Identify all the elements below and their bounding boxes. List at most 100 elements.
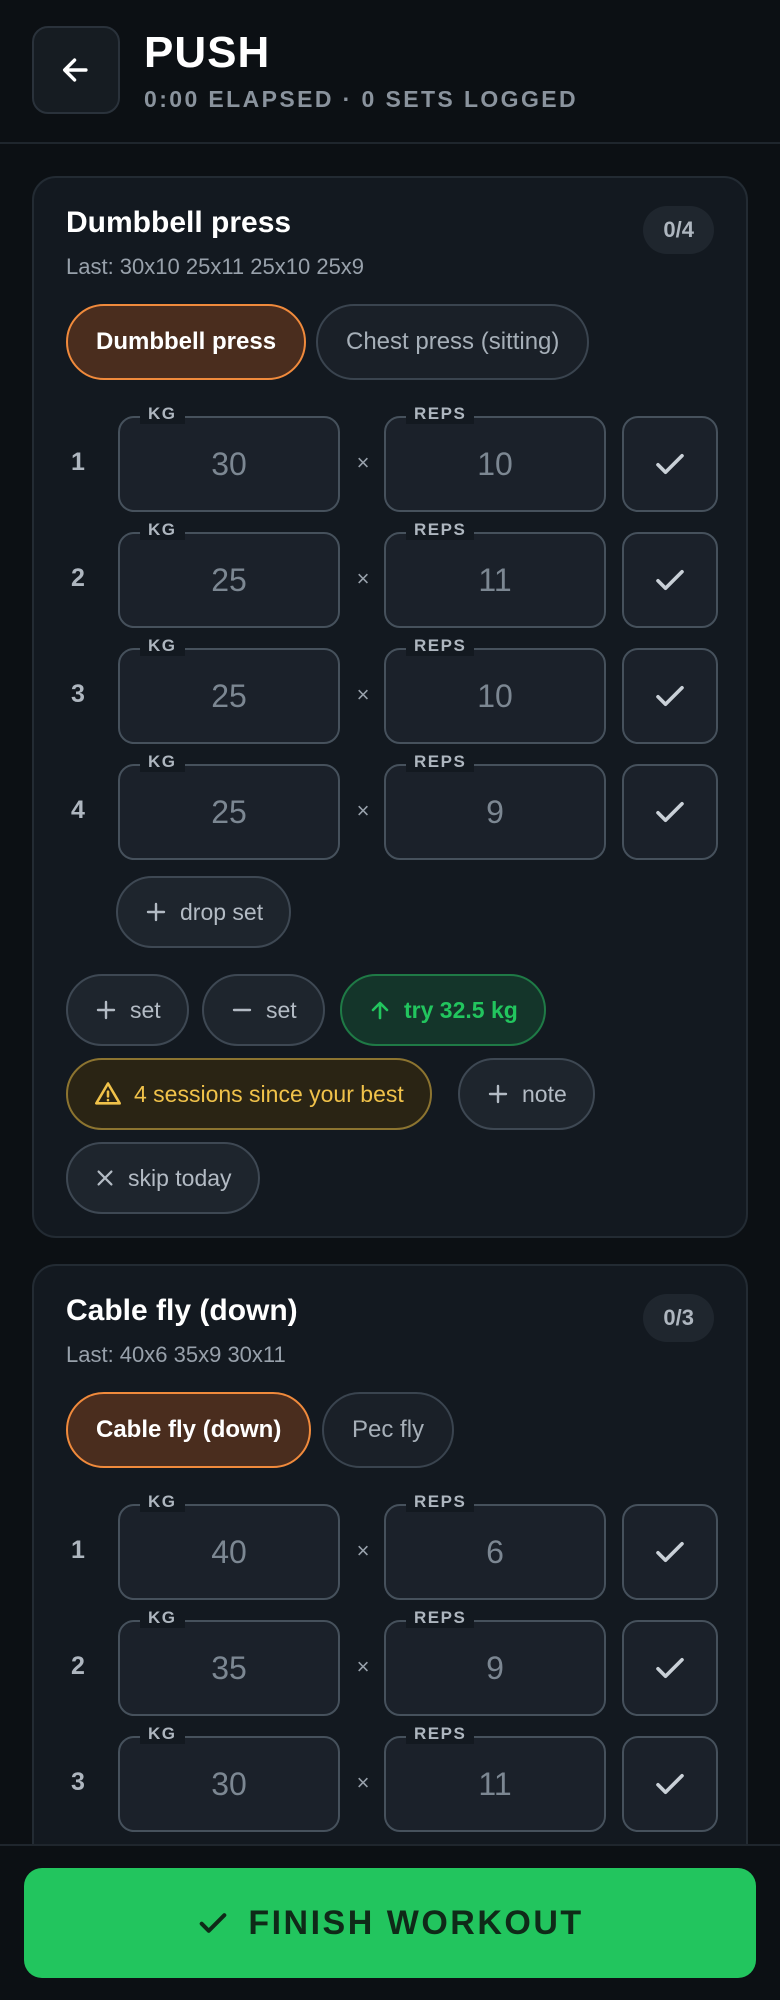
kg-label: KG [140, 1608, 185, 1628]
add-note-button[interactable]: note [458, 1058, 595, 1130]
stale-best-warning[interactable]: 4 sessions since your best [66, 1058, 432, 1130]
back-button[interactable] [32, 26, 120, 114]
reps-input[interactable]: REPS 10 [384, 636, 606, 744]
reps-input[interactable]: REPS 9 [384, 752, 606, 860]
sets-counter: 0/3 [643, 1294, 714, 1342]
reps-value: 10 [477, 445, 513, 482]
times-sign: × [356, 682, 370, 707]
reps-label: REPS [406, 752, 475, 772]
complete-set-button[interactable] [622, 416, 718, 512]
check-icon [656, 453, 684, 475]
exercise-name: Cable fly (down) [66, 1294, 298, 1327]
sets-counter: 0/4 [643, 206, 714, 254]
reps-label: REPS [406, 636, 475, 656]
kg-input[interactable]: KG 30 [118, 404, 340, 512]
set-number: 2 [71, 1652, 85, 1680]
set-number: 2 [71, 564, 85, 592]
times-sign: × [356, 1770, 370, 1795]
complete-set-button[interactable] [622, 1736, 718, 1832]
kg-label: KG [140, 636, 185, 656]
times-sign: × [356, 1654, 370, 1679]
times-sign: × [356, 1538, 370, 1563]
kg-input[interactable]: KG 40 [118, 1492, 340, 1600]
remove-set-button[interactable]: set [202, 974, 325, 1046]
variant-chip[interactable]: Chest press (sitting) [316, 304, 590, 380]
complete-set-button[interactable] [622, 1620, 718, 1716]
kg-label: KG [140, 520, 185, 540]
finish-workout-button[interactable]: FINISH WORKOUT [24, 1868, 756, 1978]
suggest-weight-button[interactable]: try 32.5 kg [340, 974, 546, 1046]
reps-value: 9 [486, 793, 504, 830]
check-icon [656, 1541, 684, 1563]
finish-workout-label: FINISH WORKOUT [248, 1903, 584, 1942]
kg-value: 30 [211, 445, 247, 482]
complete-set-button[interactable] [622, 764, 718, 860]
warning-icon [95, 1082, 121, 1105]
check-icon [656, 801, 684, 823]
reps-value: 6 [486, 1533, 504, 1570]
kg-input[interactable]: KG 30 [118, 1724, 340, 1832]
close-icon [97, 1170, 113, 1186]
complete-set-button[interactable] [622, 648, 718, 744]
add-set-button[interactable]: set [66, 974, 189, 1046]
kg-label: KG [140, 1492, 185, 1512]
kg-label: KG [140, 1724, 185, 1744]
add-set-label: set [130, 996, 161, 1023]
kg-label: KG [140, 404, 185, 424]
check-icon [656, 685, 684, 707]
check-icon [656, 569, 684, 591]
set-number: 3 [71, 1768, 85, 1796]
exercise-card: Cable fly (down) Last: 40x6 35x9 30x11 0… [32, 1264, 748, 1904]
plus-icon [146, 902, 166, 922]
kg-value: 25 [211, 793, 247, 830]
drop-set-label: drop set [180, 898, 264, 925]
reps-input[interactable]: REPS 6 [384, 1492, 606, 1600]
exercise-card: Dumbbell press Last: 30x10 25x11 25x10 2… [32, 176, 748, 1238]
last-session: Last: 30x10 25x11 25x10 25x9 [66, 254, 365, 279]
add-note-label: note [522, 1080, 567, 1107]
kg-value: 25 [211, 677, 247, 714]
times-sign: × [356, 798, 370, 823]
kg-input[interactable]: KG 35 [118, 1608, 340, 1716]
kg-input[interactable]: KG 25 [118, 520, 340, 628]
skip-today-button[interactable]: skip today [66, 1142, 260, 1214]
drop-set-button[interactable]: drop set [116, 876, 292, 948]
kg-value: 35 [211, 1649, 247, 1686]
reps-value: 11 [478, 561, 512, 598]
suggest-weight-label: try 32.5 kg [404, 996, 518, 1023]
arrow-up-icon [371, 1001, 389, 1020]
reps-input[interactable]: REPS 10 [384, 404, 606, 512]
variant-chip-selected[interactable]: Cable fly (down) [66, 1392, 312, 1468]
kg-label: KG [140, 752, 185, 772]
skip-today-label: skip today [128, 1164, 232, 1191]
reps-value: 9 [486, 1649, 504, 1686]
times-sign: × [356, 450, 370, 475]
remove-set-label: set [266, 996, 297, 1023]
exercise-name: Dumbbell press [66, 206, 292, 239]
set-number: 1 [71, 448, 85, 476]
reps-input[interactable]: REPS 11 [384, 1724, 606, 1832]
complete-set-button[interactable] [622, 532, 718, 628]
complete-set-button[interactable] [622, 1504, 718, 1600]
check-icon [656, 1657, 684, 1679]
reps-label: REPS [406, 1608, 475, 1628]
reps-label: REPS [406, 404, 475, 424]
workout-title: PUSH [144, 28, 271, 77]
times-sign: × [356, 566, 370, 591]
kg-input[interactable]: KG 25 [118, 636, 340, 744]
reps-label: REPS [406, 1492, 475, 1512]
plus-icon [96, 1000, 116, 1020]
reps-input[interactable]: REPS 9 [384, 1608, 606, 1716]
kg-value: 30 [211, 1765, 247, 1802]
reps-label: REPS [406, 520, 475, 540]
variant-chip[interactable]: Pec fly [322, 1392, 455, 1468]
reps-label: REPS [406, 1724, 475, 1744]
check-icon [200, 1913, 227, 1933]
kg-value: 40 [211, 1533, 247, 1570]
reps-input[interactable]: REPS 11 [384, 520, 606, 628]
kg-value: 25 [211, 561, 247, 598]
kg-input[interactable]: KG 25 [118, 752, 340, 860]
last-session: Last: 40x6 35x9 30x11 [66, 1342, 286, 1367]
reps-value: 10 [477, 677, 513, 714]
variant-chip-selected[interactable]: Dumbbell press [66, 304, 307, 380]
